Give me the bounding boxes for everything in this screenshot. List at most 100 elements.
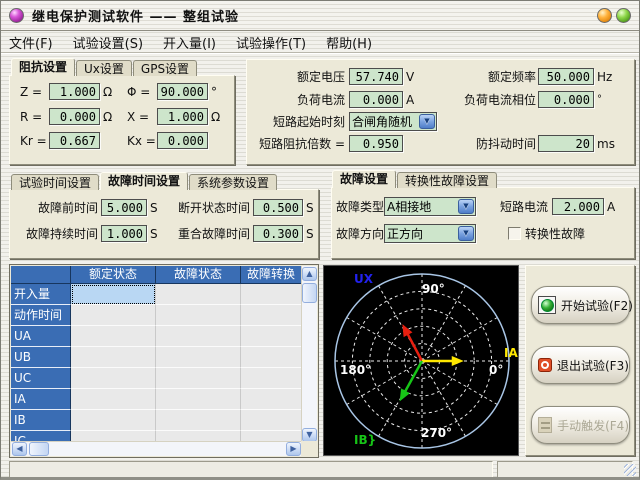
table-cell[interactable]: [156, 305, 241, 326]
exit-test-button[interactable]: 退出试验(F3): [531, 346, 630, 384]
table-cell[interactable]: [241, 368, 302, 389]
table-row: IB: [11, 410, 302, 431]
row-header: UB: [11, 347, 71, 368]
sc-current-label: 短路电流: [476, 198, 548, 215]
r-field[interactable]: 0.000: [49, 108, 100, 125]
hscroll-thumb[interactable]: [29, 442, 49, 456]
table-cell[interactable]: [71, 284, 156, 305]
table-cell[interactable]: [156, 410, 241, 431]
table-cell[interactable]: [241, 389, 302, 410]
debounce-field[interactable]: 20: [538, 135, 594, 152]
table-cell[interactable]: [156, 284, 241, 305]
sc-factor-label: 短路阻抗倍数 =: [251, 135, 345, 152]
menu-input-quantity[interactable]: 开入量(I): [163, 33, 216, 52]
fault-duration-unit: S: [150, 227, 168, 241]
z-field[interactable]: 1.000: [49, 83, 100, 100]
load-phase-field[interactable]: 0.000: [538, 91, 594, 108]
table-cell[interactable]: [241, 326, 302, 347]
kr-field[interactable]: 0.667: [49, 132, 100, 149]
scroll-down-icon[interactable]: ▼: [302, 428, 317, 442]
close-button[interactable]: [616, 8, 631, 23]
chevron-down-icon[interactable]: ▼: [458, 199, 474, 214]
table-cell[interactable]: [71, 347, 156, 368]
table-cell[interactable]: [71, 326, 156, 347]
load-current-label: 负荷电流: [251, 91, 345, 108]
convert-fault-label: 转换性故障: [525, 225, 585, 242]
row-header: UC: [11, 368, 71, 389]
menu-file[interactable]: 文件(F): [9, 33, 53, 52]
table-cell[interactable]: [156, 389, 241, 410]
menu-test-operation[interactable]: 试验操作(T): [236, 33, 306, 52]
x-field[interactable]: 1.000: [157, 108, 208, 125]
status-bar-right: [497, 461, 633, 478]
table-cell[interactable]: [71, 410, 156, 431]
table-cell[interactable]: [71, 368, 156, 389]
tab-convert-fault-settings[interactable]: 转换性故障设置: [397, 172, 497, 188]
tab-gps-settings[interactable]: GPS设置: [133, 60, 197, 76]
table-row: UA: [11, 326, 302, 347]
start-test-button[interactable]: 开始试验(F2): [531, 286, 630, 324]
fault-duration-field[interactable]: 1.000: [101, 225, 147, 242]
sc-start-combo[interactable]: 合闸角随机 ▼: [349, 112, 437, 131]
tab-ux-settings[interactable]: Ux设置: [76, 60, 132, 76]
convert-fault-checkbox[interactable]: [508, 227, 521, 240]
sc-current-unit: A: [607, 200, 615, 214]
chevron-down-icon[interactable]: ▼: [458, 226, 474, 241]
resize-grip-icon[interactable]: [624, 464, 636, 476]
scrollbar-corner: [301, 441, 317, 456]
table-cell[interactable]: [156, 326, 241, 347]
menu-help[interactable]: 帮助(H): [326, 33, 372, 52]
prefault-time-field[interactable]: 5.000: [101, 199, 147, 216]
open-state-time-field[interactable]: 0.500: [253, 199, 303, 216]
horizontal-scrollbar[interactable]: ◀ ▶: [11, 441, 302, 456]
z-unit: Ω: [103, 85, 127, 99]
kx-label: Kx =: [127, 134, 157, 148]
table-cell[interactable]: [156, 368, 241, 389]
table-header-row: 额定状态 故障状态 故障转换: [11, 266, 302, 284]
status-bar-left: [9, 461, 493, 478]
table-cell[interactable]: [71, 305, 156, 326]
vertical-scrollbar[interactable]: ▲ ▼: [301, 266, 317, 443]
window-title: 继电保护测试软件 —— 整组试验: [32, 6, 597, 25]
fault-direction-combo[interactable]: 正方向 ▼: [384, 224, 476, 243]
load-current-unit: A: [406, 93, 440, 107]
impedance-panel: Z = 1.000 Ω Φ = 90.000 ° R = 0.000 Ω X =…: [9, 75, 235, 165]
tab-impedance-settings[interactable]: 阻抗设置: [11, 58, 75, 76]
prefault-time-unit: S: [150, 201, 168, 215]
deg90-label: 90°: [422, 282, 445, 296]
table-cell[interactable]: [241, 347, 302, 368]
scroll-up-icon[interactable]: ▲: [302, 267, 317, 281]
tab-fault-time[interactable]: 故障时间设置: [100, 172, 188, 190]
system-menu-icon[interactable]: [9, 8, 24, 23]
tab-test-time[interactable]: 试验时间设置: [11, 174, 99, 190]
table-cell[interactable]: [156, 347, 241, 368]
table-cell[interactable]: [241, 284, 302, 305]
scroll-right-icon[interactable]: ▶: [286, 442, 301, 456]
tab-fault-settings[interactable]: 故障设置: [332, 170, 396, 188]
menu-test-settings[interactable]: 试验设置(S): [73, 33, 143, 52]
result-table: 额定状态 故障状态 故障转换 开入量动作时间UAUBUCIAIBIC ▲ ▼ ◀…: [9, 264, 319, 458]
menu-bar: 文件(F) 试验设置(S) 开入量(I) 试验操作(T) 帮助(H): [1, 32, 639, 53]
sc-current-field[interactable]: 2.000: [552, 198, 604, 215]
minimize-button[interactable]: [597, 8, 612, 23]
phi-field[interactable]: 90.000: [157, 83, 208, 100]
prefault-time-label: 故障前时间: [14, 199, 98, 216]
scroll-left-icon[interactable]: ◀: [12, 442, 27, 456]
table-cell[interactable]: [241, 305, 302, 326]
column-header: 故障状态: [156, 266, 241, 284]
load-current-field[interactable]: 0.000: [349, 91, 403, 108]
fault-type-combo[interactable]: A相接地 ▼: [384, 197, 476, 216]
kx-field[interactable]: 0.000: [157, 132, 208, 149]
sc-factor-field[interactable]: 0.950: [349, 135, 403, 152]
tab-system-params[interactable]: 系统参数设置: [189, 174, 277, 190]
manual-trigger-button[interactable]: 手动触发(F4): [531, 406, 630, 444]
table-cell[interactable]: [241, 410, 302, 431]
open-state-time-unit: S: [306, 201, 314, 215]
rated-voltage-field[interactable]: 57.740: [349, 68, 403, 85]
vscroll-thumb[interactable]: [302, 283, 317, 303]
rated-freq-field[interactable]: 50.000: [538, 68, 594, 85]
reclose-fault-time-field[interactable]: 0.300: [253, 225, 303, 242]
table-cell[interactable]: [71, 389, 156, 410]
rated-freq-label: 额定频率: [440, 68, 536, 85]
chevron-down-icon[interactable]: ▼: [419, 114, 435, 129]
